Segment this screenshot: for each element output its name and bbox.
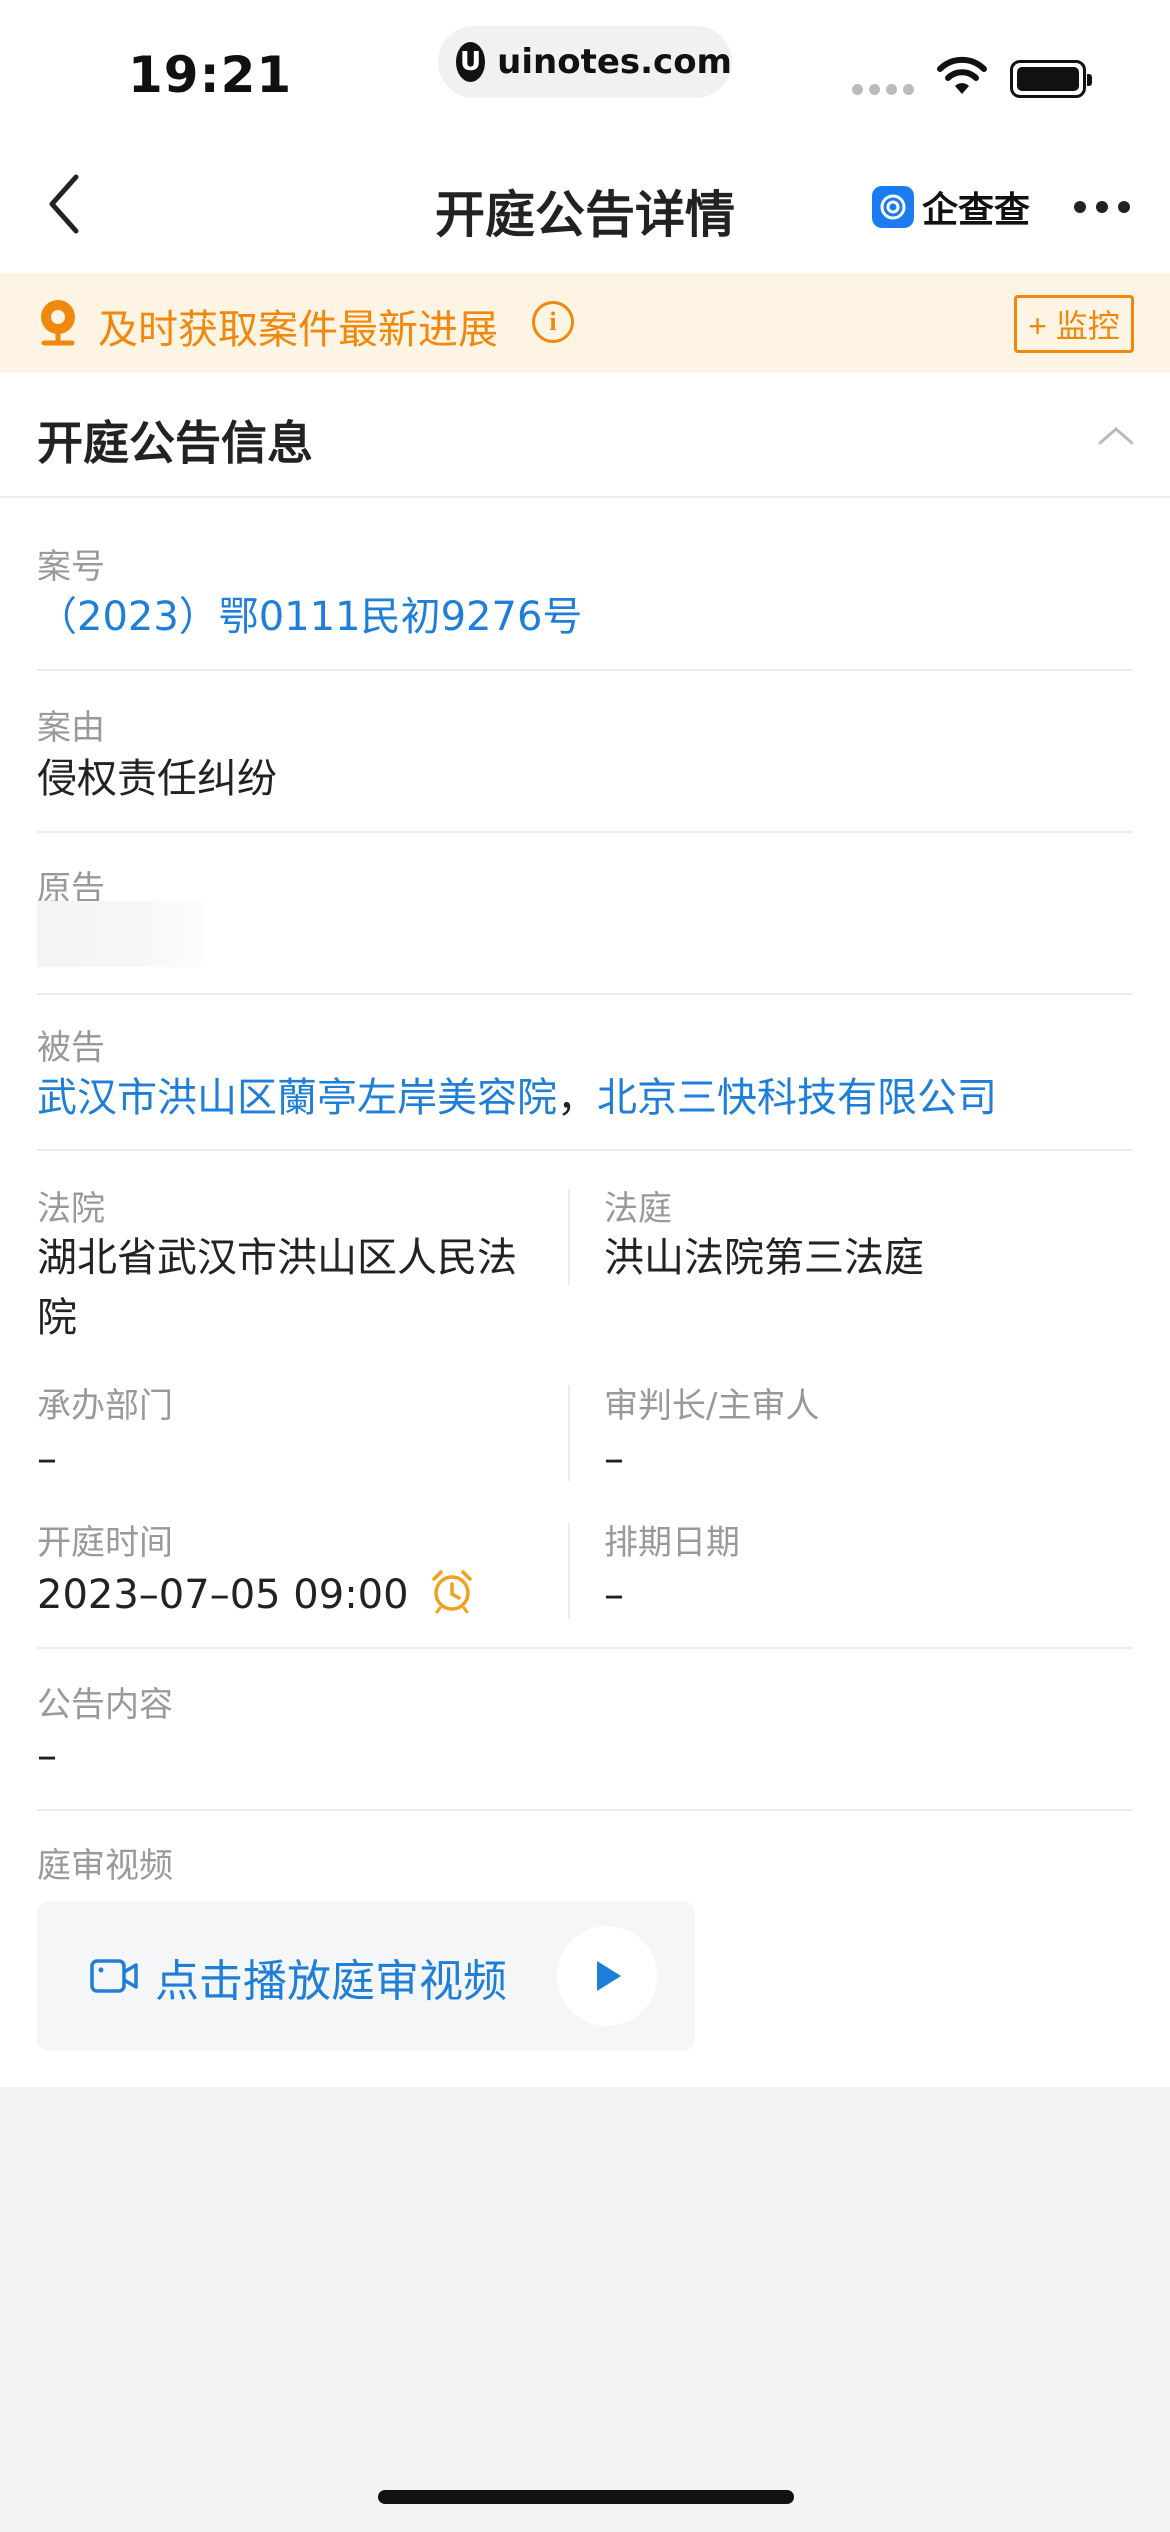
judge-label: 审判长/主审人 bbox=[604, 1386, 820, 1426]
battery-icon bbox=[1010, 60, 1092, 98]
brand-logo: 企查查 bbox=[872, 181, 1030, 233]
nav-bar: 开庭公告详情 企查查 bbox=[0, 135, 1170, 273]
monitor-banner: 及时获取案件最新进展 i + 监控 bbox=[0, 273, 1170, 373]
status-time: 19:21 bbox=[128, 46, 293, 104]
plaintiff-redacted bbox=[37, 901, 205, 967]
play-video-button[interactable]: 点击播放庭审视频 bbox=[37, 1901, 695, 2051]
case-no-value[interactable]: （2023）鄂0111民初9276号 bbox=[37, 587, 582, 647]
department-value: – bbox=[37, 1436, 57, 1482]
section-header[interactable]: 开庭公告信息 bbox=[0, 373, 1170, 498]
brand-name: 企查查 bbox=[922, 190, 1031, 231]
signal-icon bbox=[852, 84, 914, 95]
cause-label: 案由 bbox=[37, 708, 105, 748]
site-logo-icon: U bbox=[456, 42, 486, 82]
divider bbox=[37, 1647, 1133, 1649]
divider bbox=[37, 993, 1133, 995]
info-icon[interactable]: i bbox=[532, 301, 574, 343]
content-value: – bbox=[37, 1733, 57, 1779]
defendant-link-2[interactable]: 北京三快科技有限公司 bbox=[597, 1075, 997, 1121]
divider bbox=[37, 669, 1133, 671]
video-label: 庭审视频 bbox=[37, 1846, 173, 1886]
column-divider bbox=[568, 1385, 570, 1481]
section-title: 开庭公告信息 bbox=[37, 416, 313, 470]
court-value-line2: 院 bbox=[37, 1295, 77, 1341]
divider bbox=[37, 831, 1133, 833]
banner-text: 及时获取案件最新进展 bbox=[98, 307, 498, 353]
status-bar: 19:21 U uinotes.com bbox=[0, 0, 1170, 135]
court-value-line1: 湖北省武汉市洪山区人民法 bbox=[37, 1235, 517, 1281]
chevron-up-icon[interactable] bbox=[1096, 423, 1136, 447]
court-label: 法院 bbox=[37, 1189, 105, 1229]
judge-value: – bbox=[604, 1436, 624, 1482]
defendant-label: 被告 bbox=[37, 1028, 105, 1068]
divider bbox=[37, 1809, 1133, 1811]
hearing-time-row: 2023–07–05 09:00 bbox=[37, 1565, 475, 1625]
divider bbox=[37, 1149, 1133, 1151]
schedule-date-label: 排期日期 bbox=[604, 1523, 740, 1563]
more-icon[interactable] bbox=[1074, 201, 1130, 213]
url-pill[interactable]: U uinotes.com bbox=[438, 26, 732, 98]
play-video-text: 点击播放庭审视频 bbox=[155, 1956, 507, 2007]
monitor-button[interactable]: + 监控 bbox=[1014, 295, 1134, 353]
content-label: 公告内容 bbox=[37, 1685, 173, 1725]
column-divider bbox=[568, 1523, 570, 1619]
url-text: uinotes.com bbox=[497, 42, 732, 82]
location-bell-icon bbox=[41, 300, 75, 346]
cause-value: 侵权责任纠纷 bbox=[37, 756, 277, 802]
courtroom-value: 洪山法院第三法庭 bbox=[604, 1235, 924, 1281]
column-divider bbox=[568, 1189, 570, 1285]
wifi-icon bbox=[937, 56, 987, 94]
hearing-time-label: 开庭时间 bbox=[37, 1523, 173, 1563]
hearing-time-value: 2023–07–05 09:00 bbox=[37, 1572, 409, 1618]
brand-icon bbox=[872, 186, 914, 228]
play-icon[interactable] bbox=[557, 1926, 657, 2026]
home-indicator bbox=[378, 2490, 794, 2504]
defendant-separator: ， bbox=[557, 1075, 597, 1121]
alarm-clock-icon[interactable] bbox=[429, 1568, 475, 1614]
defendant-link-1[interactable]: 武汉市洪山区蘭亭左岸美容院 bbox=[37, 1075, 557, 1121]
announcement-card: 开庭公告信息 案号 （2023）鄂0111民初9276号 案由 侵权责任纠纷 原… bbox=[0, 373, 1170, 2087]
defendant-values: 武汉市洪山区蘭亭左岸美容院，北京三快科技有限公司 bbox=[37, 1068, 997, 1128]
video-camera-icon bbox=[90, 1959, 138, 1993]
courtroom-label: 法庭 bbox=[604, 1189, 672, 1229]
schedule-date-value: – bbox=[604, 1572, 624, 1618]
department-label: 承办部门 bbox=[37, 1386, 173, 1426]
case-no-label: 案号 bbox=[37, 547, 105, 587]
